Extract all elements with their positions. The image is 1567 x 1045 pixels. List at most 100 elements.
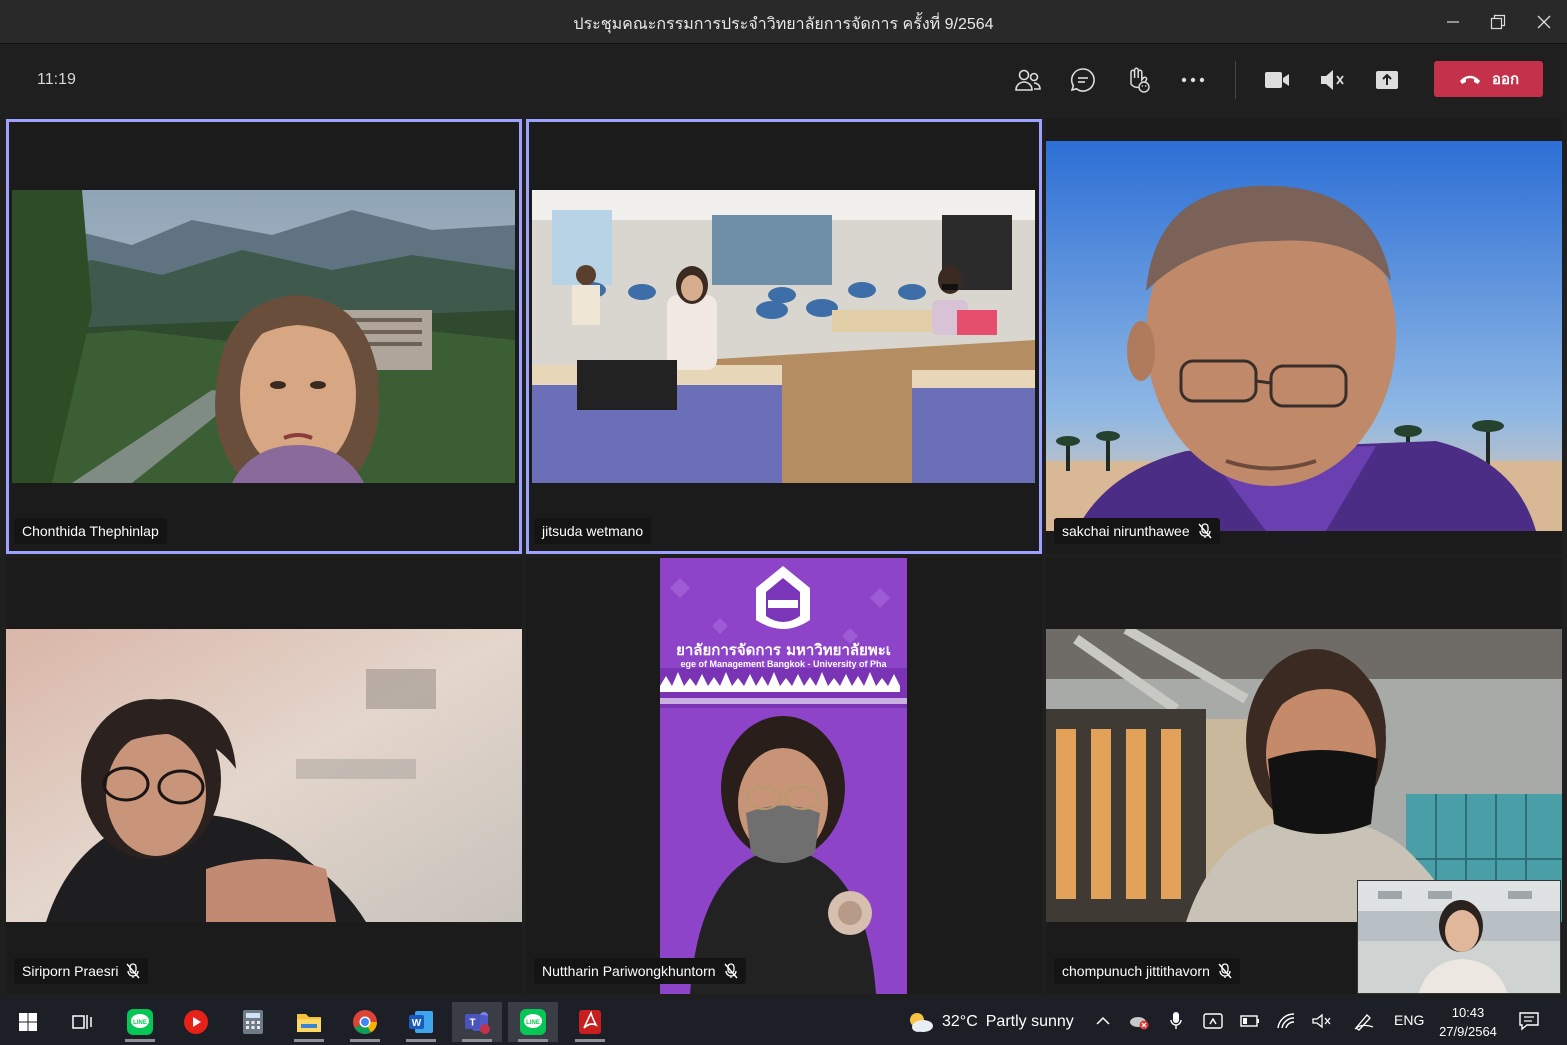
meet-now-icon bbox=[1203, 1013, 1223, 1029]
cafe-background-image bbox=[1046, 629, 1562, 922]
mic-muted-icon bbox=[1321, 70, 1344, 90]
taskbar-app-calculator[interactable] bbox=[228, 1002, 278, 1042]
camera-icon bbox=[1265, 72, 1289, 88]
close-button[interactable] bbox=[1521, 0, 1567, 44]
participant-name: chompunuch jittithavorn bbox=[1062, 963, 1210, 979]
volume-muted-icon bbox=[1312, 1013, 1331, 1029]
wifi-icon bbox=[1277, 1013, 1295, 1029]
chrome-icon bbox=[353, 1010, 377, 1035]
people-icon bbox=[1015, 69, 1041, 91]
participants-button[interactable] bbox=[1011, 64, 1045, 96]
leave-label: ออก bbox=[1491, 71, 1520, 88]
onedrive-tray-button[interactable] bbox=[1128, 1010, 1150, 1032]
start-button[interactable] bbox=[3, 1002, 53, 1042]
participant-name-tag: Nuttharin Pariwongkhuntorn bbox=[534, 958, 746, 984]
minimize-button[interactable] bbox=[1430, 0, 1476, 44]
participant-name-tag: sakchai nirunthawee bbox=[1054, 518, 1220, 544]
participant-tile[interactable]: ยาลัยการจัดการ มหาวิทยาลัยพะเ ege of Man… bbox=[526, 558, 1042, 994]
youtube-icon bbox=[184, 1010, 208, 1034]
mic-off-icon bbox=[1198, 523, 1212, 539]
chevron-up-icon bbox=[1096, 1016, 1110, 1025]
volume-tray-button[interactable] bbox=[1311, 1010, 1333, 1032]
participant-name-tag: Siriporn Praesri bbox=[14, 958, 149, 984]
file-explorer-icon bbox=[297, 1014, 321, 1032]
weather-temp: 32°C bbox=[942, 1013, 978, 1030]
participant-name-tag: chompunuch jittithavorn bbox=[1054, 958, 1240, 984]
notifications-button[interactable] bbox=[1518, 1010, 1540, 1032]
weather-widget[interactable]: 32°C Partly sunny bbox=[906, 1008, 1074, 1036]
taskbar-app-chrome[interactable] bbox=[340, 1002, 390, 1042]
participant-name: Nuttharin Pariwongkhuntorn bbox=[542, 963, 716, 979]
participant-video bbox=[532, 190, 1035, 483]
participant-name: Chonthida Thephinlap bbox=[22, 523, 159, 539]
self-view-video[interactable] bbox=[1357, 880, 1561, 994]
restore-icon bbox=[1490, 14, 1506, 30]
more-actions-button[interactable] bbox=[1176, 64, 1210, 96]
share-button[interactable] bbox=[1370, 64, 1404, 96]
task-view-icon bbox=[72, 1015, 92, 1029]
taskbar-clock[interactable]: 10:43 27/9/2564 bbox=[1430, 1003, 1506, 1041]
calculator-icon bbox=[243, 1010, 263, 1034]
participant-tile[interactable]: Chonthida Thephinlap bbox=[6, 119, 522, 554]
word-icon: W bbox=[409, 1011, 433, 1033]
reactions-button[interactable] bbox=[1121, 64, 1155, 96]
svg-text:T: T bbox=[469, 1018, 475, 1029]
microphone-icon bbox=[1170, 1012, 1182, 1029]
taskbar-app-word[interactable]: W bbox=[396, 1002, 446, 1042]
participant-video: ยาลัยการจัดการ มหาวิทยาลัยพะเ ege of Man… bbox=[660, 558, 907, 994]
acrobat-icon bbox=[579, 1010, 601, 1034]
participant-name: Siriporn Praesri bbox=[22, 963, 119, 979]
windows-taskbar: LINE W T LINE 32°C Partly sunny ENG 10:4… bbox=[0, 998, 1567, 1045]
minimize-icon bbox=[1447, 21, 1459, 23]
input-language-indicator[interactable]: ENG bbox=[1394, 1012, 1424, 1028]
wifi-tray-button[interactable] bbox=[1276, 1010, 1298, 1032]
cloud-error-icon bbox=[1130, 1017, 1149, 1030]
microphone-tray-button[interactable] bbox=[1165, 1010, 1187, 1032]
taskbar-app-file-explorer[interactable] bbox=[284, 1002, 334, 1042]
show-hidden-icons-button[interactable] bbox=[1092, 1010, 1114, 1032]
mountain-background-image bbox=[12, 190, 515, 483]
participant-tile[interactable]: sakchai nirunthawee bbox=[1046, 119, 1562, 554]
svg-text:LINE: LINE bbox=[526, 1020, 540, 1026]
mic-off-icon bbox=[724, 963, 738, 979]
participant-video bbox=[1046, 629, 1562, 922]
line-icon: LINE bbox=[520, 1009, 546, 1035]
taskbar-app-line[interactable]: LINE bbox=[115, 1002, 165, 1042]
weather-text: Partly sunny bbox=[985, 1013, 1074, 1030]
meet-now-tray-button[interactable] bbox=[1202, 1010, 1224, 1032]
teams-icon: T bbox=[465, 1012, 490, 1034]
self-view-image bbox=[1358, 881, 1560, 993]
banner-title-en: ege of Management Bangkok - University o… bbox=[680, 659, 887, 669]
task-view-button[interactable] bbox=[57, 1002, 107, 1042]
window-title: ประชุมคณะกรรมการประจำวิทยาลัยการจัดการ ค… bbox=[573, 16, 994, 33]
taskbar-app-acrobat[interactable] bbox=[565, 1002, 615, 1042]
participant-name: jitsuda wetmano bbox=[542, 523, 644, 539]
participant-tile[interactable]: Siriporn Praesri bbox=[6, 558, 522, 994]
share-icon bbox=[1376, 71, 1398, 89]
teams-meeting-window: ประชุมคณะกรรมการประจำวิทยาลัยการจัดการ ค… bbox=[0, 0, 1567, 998]
taskbar-app-teams[interactable]: T bbox=[452, 1002, 502, 1042]
clock-time: 10:43 bbox=[1451, 1005, 1485, 1020]
line-icon: LINE bbox=[127, 1009, 153, 1035]
partly-sunny-icon bbox=[910, 1013, 933, 1032]
chat-button[interactable] bbox=[1066, 64, 1100, 96]
camera-button[interactable] bbox=[1260, 64, 1294, 96]
pen-tray-button[interactable] bbox=[1353, 1010, 1375, 1032]
participant-name-tag: Chonthida Thephinlap bbox=[14, 518, 167, 544]
beach-background-image bbox=[1046, 141, 1562, 531]
taskbar-app-youtube[interactable] bbox=[171, 1002, 221, 1042]
battery-tray-button[interactable] bbox=[1239, 1010, 1261, 1032]
raise-hand-icon bbox=[1130, 67, 1150, 93]
battery-icon bbox=[1240, 1015, 1259, 1027]
svg-text:W: W bbox=[412, 1018, 422, 1029]
svg-text:LINE: LINE bbox=[133, 1020, 147, 1026]
participant-video bbox=[1046, 141, 1562, 531]
chat-icon bbox=[1070, 68, 1095, 92]
meeting-timer: 11:19 bbox=[37, 71, 76, 88]
mic-button[interactable] bbox=[1315, 64, 1349, 96]
participant-tile[interactable]: jitsuda wetmano bbox=[526, 119, 1042, 554]
toolbar-divider bbox=[1235, 61, 1236, 99]
restore-button[interactable] bbox=[1475, 0, 1521, 44]
taskbar-app-line-2[interactable]: LINE bbox=[508, 1002, 558, 1042]
leave-button[interactable]: ออก bbox=[1434, 61, 1543, 97]
